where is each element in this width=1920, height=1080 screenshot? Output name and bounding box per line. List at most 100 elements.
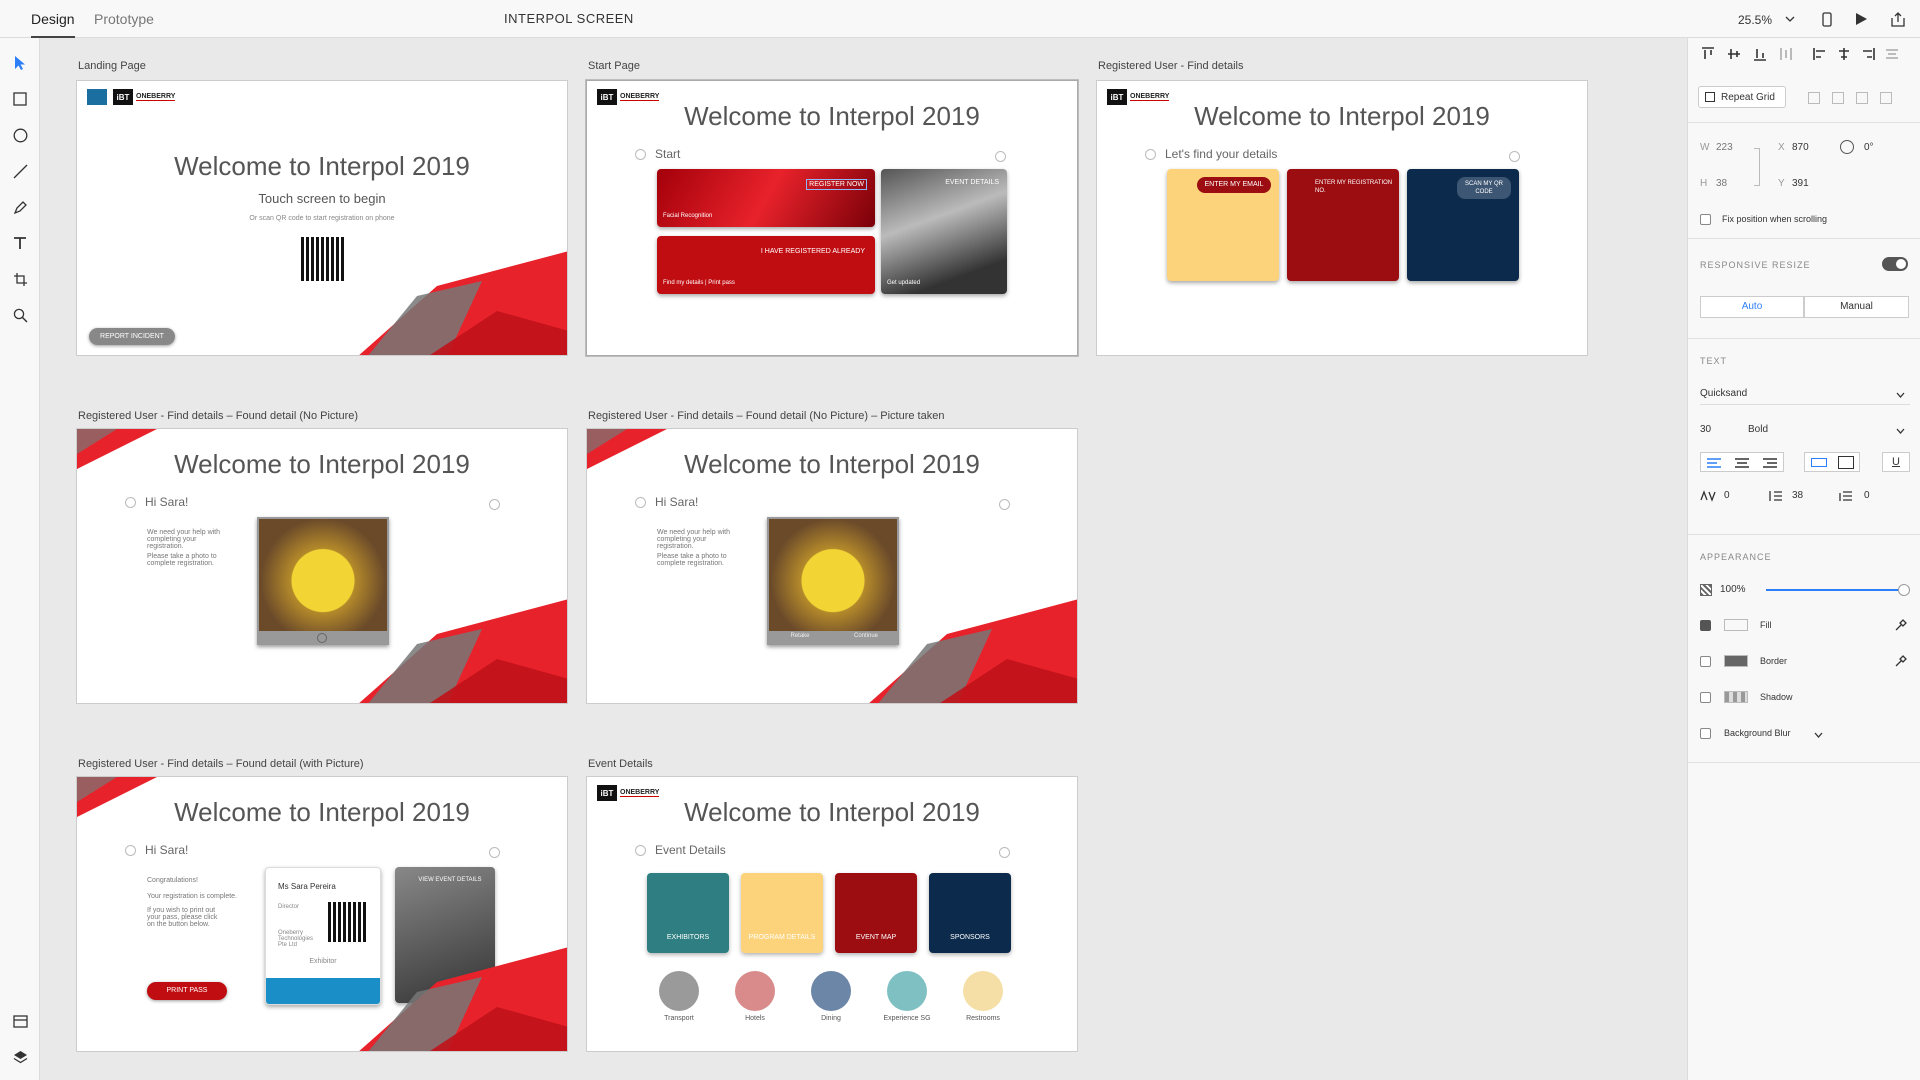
fill-swatch[interactable] [1724,619,1748,631]
program-details-tile[interactable]: PROGRAM DETAILS [741,873,823,953]
artboard-label-landing[interactable]: Landing Page [78,60,146,72]
line-icon[interactable] [9,160,31,182]
event-map-tile[interactable]: EVENT MAP [835,873,917,953]
distribute-horizontal-icon[interactable] [1884,46,1900,62]
shadow-checkbox[interactable] [1700,692,1711,703]
background-blur-checkbox[interactable] [1700,728,1711,739]
lock-aspect-icon[interactable] [1754,148,1760,186]
scan-qr-card[interactable]: SCAN MY QR CODE [1407,169,1519,281]
paragraph-spacing-field[interactable]: 0 [1864,490,1870,501]
boolean-exclude-icon[interactable] [1880,92,1892,104]
height-field[interactable]: 38 [1716,178,1727,189]
rotation-field[interactable]: 0° [1864,142,1874,153]
chevron-down-icon[interactable] [1896,426,1905,437]
pen-icon[interactable] [9,196,31,218]
repeat-grid-button[interactable]: Repeat Grid [1698,86,1786,108]
boolean-subtract-icon[interactable] [1832,92,1844,104]
back-icon[interactable] [635,845,646,856]
distribute-icon[interactable] [1778,46,1794,62]
registered-already-card[interactable]: I HAVE REGISTERED ALREADY Find my detail… [657,236,875,294]
artboard-label-nopic[interactable]: Registered User - Find details – Found d… [78,410,358,422]
align-bottom-icon[interactable] [1752,46,1768,62]
fix-position-checkbox[interactable] [1700,214,1711,225]
rectangle-icon[interactable] [9,88,31,110]
artboard-with-picture[interactable]: Welcome to Interpol 2019 Hi Sara! Congra… [76,776,568,1052]
underline-icon[interactable]: U [1882,452,1910,472]
chevron-down-icon[interactable] [1779,8,1801,30]
boolean-intersect-icon[interactable] [1856,92,1868,104]
exhibitors-tile[interactable]: EXHIBITORS [647,873,729,953]
text-align-right-icon[interactable] [1761,457,1779,472]
font-size-field[interactable]: 30 [1700,424,1711,435]
artboard-label-start[interactable]: Start Page [588,60,640,72]
settings-icon[interactable] [999,847,1010,858]
align-top-icon[interactable] [1700,46,1716,62]
artboard-label-find[interactable]: Registered User - Find details [1098,60,1244,72]
artboard-icon[interactable] [9,268,31,290]
enter-email-card[interactable]: ENTER MY EMAIL [1167,169,1279,281]
opacity-field[interactable]: 100% [1720,584,1746,595]
artboard-picture-taken[interactable]: Welcome to Interpol 2019 Hi Sara! We nee… [586,428,1078,704]
manual-button[interactable]: Manual [1804,296,1909,318]
boolean-add-icon[interactable] [1808,92,1820,104]
back-icon[interactable] [1145,149,1156,160]
select-icon[interactable] [9,52,31,74]
fixed-size-icon[interactable] [1838,456,1854,469]
align-left-icon[interactable] [1812,46,1828,62]
artboard-label-taken[interactable]: Registered User - Find details – Found d… [588,410,944,422]
device-preview-icon[interactable] [1816,8,1838,30]
artboard-find-details[interactable]: iBT ONEBERRY Welcome to Interpol 2019 Let… [1096,80,1588,356]
tab-prototype[interactable]: Prototype [94,11,154,38]
align-middle-icon[interactable] [1726,46,1742,62]
layers-icon[interactable] [9,1046,31,1068]
auto-button[interactable]: Auto [1700,296,1804,318]
auto-width-icon[interactable] [1811,458,1827,467]
border-checkbox[interactable] [1700,656,1711,667]
enter-registration-card[interactable]: ENTER MY REGISTRATION NO. [1287,169,1399,281]
artboard-label-event[interactable]: Event Details [588,758,653,770]
text-align-left-icon[interactable] [1705,457,1723,472]
align-right-icon[interactable] [1860,46,1876,62]
settings-icon[interactable] [1509,151,1520,162]
register-now-card[interactable]: REGISTER NOW Facial Recognition [657,169,875,227]
experience-sg-icon[interactable] [887,971,927,1011]
opacity-slider[interactable] [1766,584,1910,596]
opacity-slider-handle[interactable] [1898,584,1910,596]
artboard-landing[interactable]: iBT ONEBERRY Welcome to Interpol 2019 Tou… [76,80,568,356]
chevron-down-icon[interactable] [1814,730,1823,741]
zoom-icon[interactable] [9,304,31,326]
assets-icon[interactable] [9,1010,31,1032]
text-align-center-icon[interactable] [1733,457,1751,472]
transport-icon[interactable] [659,971,699,1011]
artboard-event-details[interactable]: iBT ONEBERRY Welcome to Interpol 2019 Eve… [586,776,1078,1052]
responsive-resize-toggle[interactable] [1882,257,1908,271]
settings-icon[interactable] [995,151,1006,162]
font-family-select[interactable]: Quicksand [1700,388,1747,399]
back-icon[interactable] [635,149,646,160]
sponsors-tile[interactable]: SPONSORS [929,873,1011,953]
shadow-swatch[interactable] [1724,691,1748,703]
dining-icon[interactable] [811,971,851,1011]
play-icon[interactable] [1850,8,1872,30]
fill-checkbox[interactable] [1700,620,1711,631]
font-weight-select[interactable]: Bold [1748,424,1768,435]
ellipse-icon[interactable] [9,124,31,146]
artboard-label-withpic[interactable]: Registered User - Find details – Found d… [78,758,364,770]
text-icon[interactable] [9,232,31,254]
artboard-start[interactable]: iBT ONEBERRY Welcome to Interpol 2019 Sta… [586,80,1078,356]
canvas[interactable]: Landing Page iBT ONEBERRY Welcome to Inte… [40,38,1687,1080]
eyedropper-icon[interactable] [1894,654,1908,671]
character-spacing-field[interactable]: 0 [1724,490,1730,501]
artboard-found-no-picture[interactable]: Welcome to Interpol 2019 Hi Sara! We nee… [76,428,568,704]
zoom-level[interactable]: 25.5% [1738,13,1772,27]
align-center-icon[interactable] [1836,46,1852,62]
report-incident-button[interactable]: REPORT INCIDENT [89,328,175,345]
line-spacing-field[interactable]: 38 [1792,490,1803,501]
share-icon[interactable] [1887,8,1909,30]
hotels-icon[interactable] [735,971,775,1011]
width-field[interactable]: 223 [1716,142,1733,153]
x-field[interactable]: 870 [1792,142,1809,153]
restrooms-icon[interactable] [963,971,1003,1011]
eyedropper-icon[interactable] [1894,618,1908,635]
border-swatch[interactable] [1724,655,1748,667]
